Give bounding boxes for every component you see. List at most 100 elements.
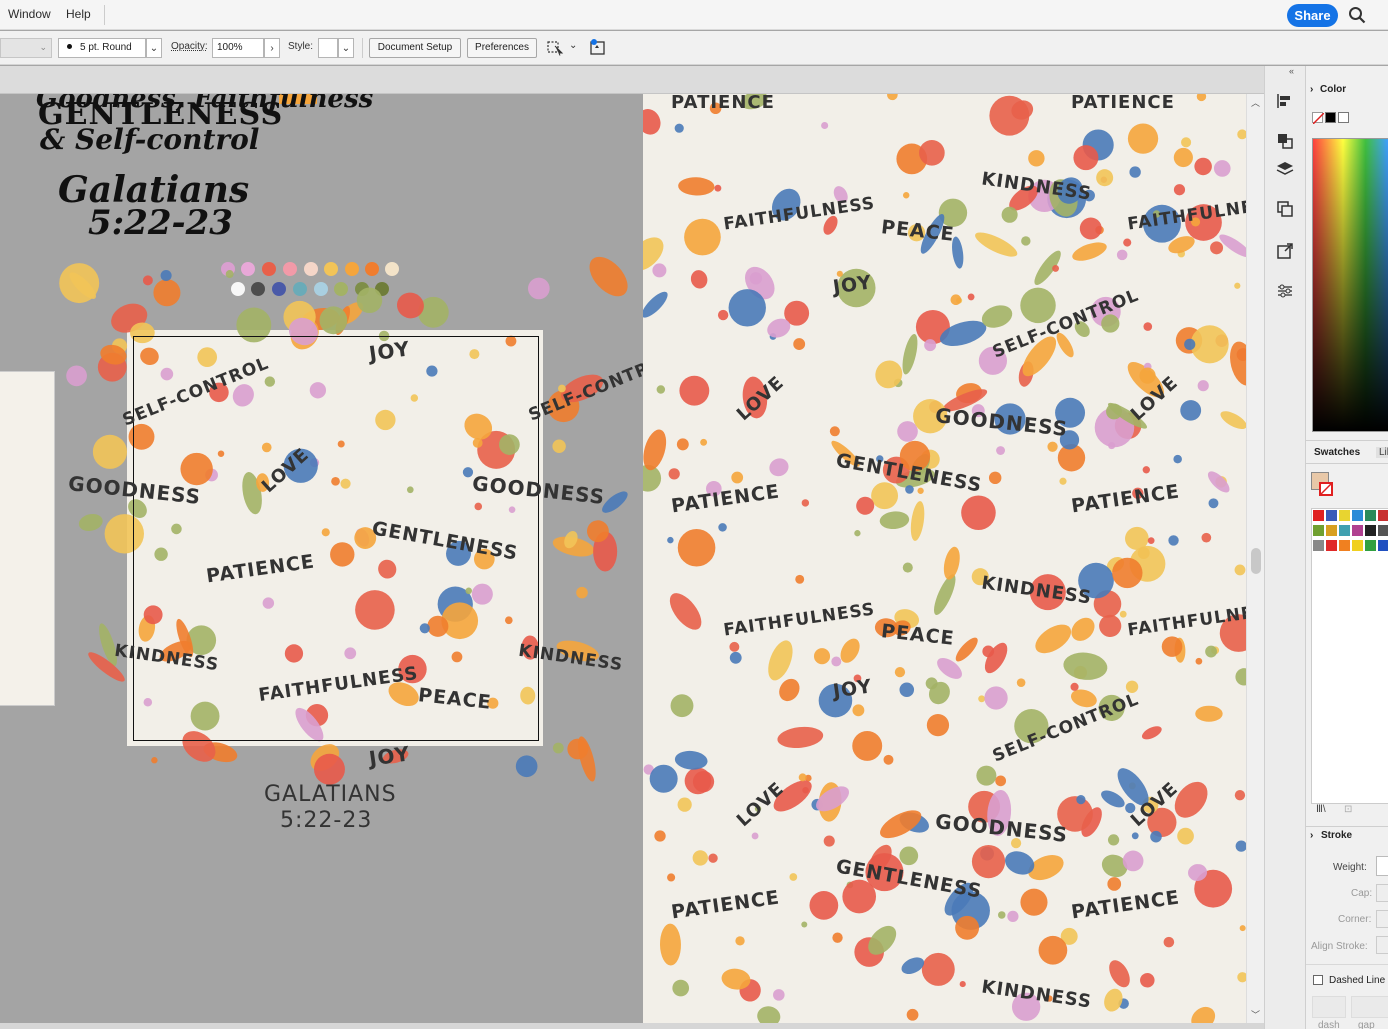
fruit-shape xyxy=(1076,795,1086,805)
black-swatch[interactable] xyxy=(1325,112,1336,123)
scroll-down-icon[interactable]: ﹀ xyxy=(1251,1008,1260,1021)
swatch-cell[interactable] xyxy=(1352,510,1363,521)
fruit-shape xyxy=(1190,325,1229,364)
align-icon[interactable] xyxy=(1276,92,1294,110)
swatches-tab[interactable]: Swatches xyxy=(1314,447,1360,458)
swatch-cell[interactable] xyxy=(1326,525,1337,536)
pathfinder-icon[interactable] xyxy=(1276,132,1294,150)
artboards-icon[interactable] xyxy=(1276,200,1294,218)
bottom-verse-line-1[interactable]: GALATIANS xyxy=(264,784,397,806)
fruit-shape xyxy=(1020,888,1048,916)
fruit-shape xyxy=(1101,790,1125,808)
fruit-shape xyxy=(690,270,708,289)
swatch-grid[interactable] xyxy=(1311,508,1388,804)
swatch-libraries-icon[interactable]: Ⅲ\ xyxy=(1316,804,1326,815)
search-icon[interactable] xyxy=(1348,6,1366,24)
scroll-up-icon[interactable]: ︿ xyxy=(1251,96,1260,109)
none-slash-icon xyxy=(1313,113,1324,124)
fruit-shape xyxy=(777,726,824,749)
swatch-cell[interactable] xyxy=(1352,525,1363,536)
fruit-shape xyxy=(1123,238,1132,247)
menu-window[interactable]: Window xyxy=(8,7,51,21)
swatch-options-icon[interactable]: ⊡ xyxy=(1344,804,1352,815)
swatch-cell[interactable] xyxy=(1326,510,1337,521)
swatch-cells[interactable] xyxy=(1313,510,1388,580)
canvas-area[interactable]: Goodness, Faithfulness GENTLENESS & Self… xyxy=(0,94,643,1023)
layers-icon[interactable] xyxy=(1276,160,1294,178)
stroke-selector[interactable]: ⌄ xyxy=(0,38,52,58)
stroke-panel-collapse-icon[interactable]: › xyxy=(1310,830,1313,841)
fruit-shape xyxy=(528,277,550,300)
fruit-shape xyxy=(672,979,690,997)
share-button[interactable]: Share xyxy=(1287,4,1338,27)
opacity-label[interactable]: Opacity: xyxy=(171,41,208,52)
fruit-shape xyxy=(1072,242,1107,261)
white-swatch[interactable] xyxy=(1338,112,1349,123)
swatch-cell[interactable] xyxy=(1339,540,1350,551)
fruit-shape xyxy=(773,989,785,1001)
pattern-preview[interactable]: PATIENCE PATIENCE KINDNESS FAITHFULNESS … xyxy=(643,94,1246,1023)
swatch-cell[interactable] xyxy=(1339,525,1350,536)
brush-dropdown-button[interactable]: ⌄ xyxy=(146,38,162,58)
color-spectrum[interactable] xyxy=(1312,138,1388,432)
swatch-cell[interactable] xyxy=(1313,510,1324,521)
fruit-shape xyxy=(66,365,87,387)
dashed-line-checkbox[interactable] xyxy=(1313,975,1323,985)
dash-label: dash xyxy=(1318,1020,1340,1029)
fruit-shape xyxy=(894,666,906,678)
swatch-cell[interactable] xyxy=(1365,540,1376,551)
swatch-cell[interactable] xyxy=(1378,510,1388,521)
recolor-artwork-icon[interactable] xyxy=(589,38,607,56)
brush-definition-field[interactable]: 5 pt. Round xyxy=(58,38,146,58)
swatch-cell[interactable] xyxy=(1313,525,1324,536)
export-icon[interactable] xyxy=(1276,242,1294,260)
color-panel-title[interactable]: Color xyxy=(1320,84,1346,95)
fruit-shape xyxy=(1001,206,1018,223)
preview-word-patience: PATIENCE xyxy=(671,94,775,113)
arrange-documents-icon[interactable] xyxy=(547,40,565,56)
weight-stepper[interactable] xyxy=(1376,856,1388,876)
swatch-cell[interactable] xyxy=(1365,525,1376,536)
swatch-cell[interactable] xyxy=(1326,540,1337,551)
swatch-cell[interactable] xyxy=(1378,540,1388,551)
collapse-panels-icon[interactable]: « xyxy=(1289,66,1294,76)
swatch-cell[interactable] xyxy=(1339,510,1350,521)
swatch-cell[interactable] xyxy=(1352,540,1363,551)
horizontal-scrollbar[interactable] xyxy=(0,1023,1264,1029)
cap-buttons[interactable] xyxy=(1376,884,1388,902)
vertical-scrollbar[interactable]: ︿ ﹀ xyxy=(1246,94,1264,1023)
preferences-button[interactable]: Preferences xyxy=(467,38,537,58)
stroke-swatch[interactable] xyxy=(1319,482,1333,496)
swatch-cell[interactable] xyxy=(1313,540,1324,551)
bottom-verse-line-2[interactable]: 5:22-23 xyxy=(280,810,372,832)
word-joy[interactable]: JOY xyxy=(368,336,412,366)
corner-buttons[interactable] xyxy=(1376,910,1388,928)
style-swatch[interactable] xyxy=(318,38,338,58)
menu-help[interactable]: Help xyxy=(66,7,91,21)
none-swatch[interactable] xyxy=(1312,112,1324,124)
fruit-shape xyxy=(871,482,899,510)
chevron-down-icon[interactable]: ⌄ xyxy=(569,40,577,51)
word-joy-repeat[interactable]: JOY xyxy=(368,741,412,771)
dash-input[interactable] xyxy=(1312,996,1346,1018)
fruit-shape xyxy=(1150,830,1162,843)
fruit-shape xyxy=(899,682,915,698)
scroll-thumb[interactable] xyxy=(1251,548,1261,574)
fruit-shape xyxy=(1047,441,1058,452)
gap-input[interactable] xyxy=(1351,996,1388,1018)
properties-icon[interactable] xyxy=(1276,282,1294,300)
swatch-cell[interactable] xyxy=(1365,510,1376,521)
libraries-tab[interactable]: Lib xyxy=(1376,447,1388,458)
fruit-shape xyxy=(679,375,710,406)
swatch-cell[interactable] xyxy=(1378,525,1388,536)
panel-icon-strip: « xyxy=(1264,66,1305,1029)
opacity-flyout-button[interactable]: › xyxy=(264,38,280,58)
document-setup-button[interactable]: Document Setup xyxy=(369,38,461,58)
opacity-input[interactable]: 100% xyxy=(212,38,264,58)
fruit-shape xyxy=(589,256,628,297)
style-dropdown-button[interactable]: ⌄ xyxy=(338,38,354,58)
stroke-panel-title[interactable]: Stroke xyxy=(1321,830,1352,841)
color-panel-collapse-icon[interactable]: › xyxy=(1310,84,1313,95)
fruit-shape xyxy=(714,184,722,192)
align-stroke-buttons[interactable] xyxy=(1376,936,1388,954)
